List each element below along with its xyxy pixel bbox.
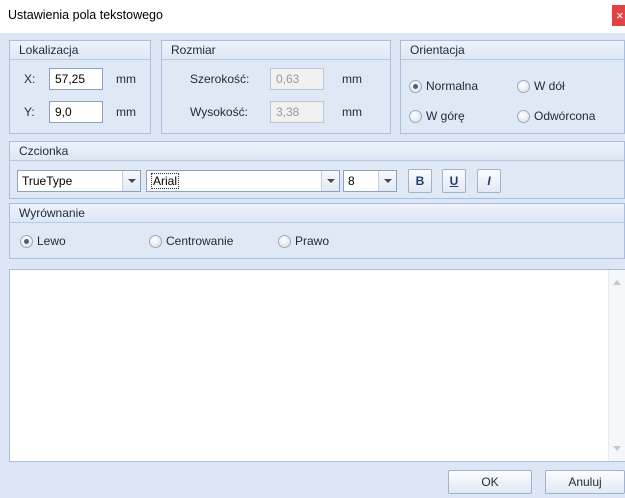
bold-button[interactable]: B <box>408 169 432 193</box>
radio-unchecked-icon <box>517 79 530 93</box>
ok-button[interactable]: OK <box>448 470 532 494</box>
width-label: Szerokość: <box>190 72 250 86</box>
x-label: X: <box>24 72 36 86</box>
y-unit: mm <box>116 105 136 119</box>
radio-unchecked-icon <box>149 234 162 248</box>
height-label: Wysokość: <box>190 105 248 119</box>
group-title-lokalizacja: Lokalizacja <box>10 41 150 60</box>
radio-checked-icon <box>20 234 33 248</box>
chevron-down-icon[interactable] <box>378 171 396 191</box>
font-size-select[interactable]: 8 <box>343 170 397 192</box>
height-input <box>270 101 324 123</box>
x-input[interactable] <box>49 68 103 90</box>
text-content-area[interactable] <box>9 269 625 462</box>
radio-label: Lewo <box>37 234 66 248</box>
font-size-value: 8 <box>348 174 355 188</box>
title-bar: Ustawienia pola tekstowego × <box>0 0 625 30</box>
radio-label: Prawo <box>295 234 330 248</box>
group-rozmiar: Rozmiar Szerokość: mm Wysokość: mm <box>161 40 391 134</box>
font-type-select[interactable]: TrueType <box>17 170 141 192</box>
radio-w-dol[interactable]: W dół <box>517 79 565 93</box>
radio-label: Normalna <box>426 79 479 93</box>
radio-checked-icon <box>409 79 422 93</box>
radio-label: Odwórcona <box>534 109 596 123</box>
radio-unchecked-icon <box>517 109 530 123</box>
italic-button[interactable]: I <box>477 169 501 193</box>
font-family-value: Arial <box>151 173 180 189</box>
radio-unchecked-icon <box>409 109 422 123</box>
group-title-rozmiar: Rozmiar <box>162 41 390 60</box>
radio-odworcona[interactable]: Odwórcona <box>517 109 595 123</box>
group-lokalizacja: Lokalizacja X: mm Y: mm <box>9 40 151 134</box>
underline-button[interactable]: U <box>442 169 466 193</box>
x-unit: mm <box>116 72 136 86</box>
chevron-down-icon[interactable] <box>122 171 140 191</box>
cancel-button[interactable]: Anuluj <box>545 470 625 494</box>
scroll-down-icon[interactable] <box>613 446 621 451</box>
radio-w-gore[interactable]: W górę <box>409 109 465 123</box>
y-label: Y: <box>24 105 35 119</box>
vertical-scrollbar[interactable] <box>608 270 625 461</box>
height-unit: mm <box>342 105 362 119</box>
radio-lewo[interactable]: Lewo <box>20 234 66 248</box>
radio-label: W górę <box>426 109 465 123</box>
radio-unchecked-icon <box>278 234 291 248</box>
font-type-value: TrueType <box>22 174 73 188</box>
group-orientacja: Orientacja Normalna W dół W górę Odwórco… <box>400 40 625 134</box>
radio-centrowanie[interactable]: Centrowanie <box>149 234 233 248</box>
group-czcionka: Czcionka TrueType Arial 8 B U I <box>9 141 625 199</box>
group-title-czcionka: Czcionka <box>10 142 624 161</box>
chevron-down-icon[interactable] <box>321 171 339 191</box>
width-input <box>270 68 324 90</box>
radio-prawo[interactable]: Prawo <box>278 234 329 248</box>
window-title: Ustawienia pola tekstowego <box>8 8 163 22</box>
radio-normalna[interactable]: Normalna <box>409 79 478 93</box>
scroll-up-icon[interactable] <box>613 280 621 285</box>
group-title-orientacja: Orientacja <box>401 41 624 60</box>
y-input[interactable] <box>49 101 103 123</box>
radio-label: Centrowanie <box>166 234 234 248</box>
font-family-select[interactable]: Arial <box>146 170 340 192</box>
radio-label: W dół <box>534 79 565 93</box>
group-wyrownanie: Wyrównanie Lewo Centrowanie Prawo <box>9 203 625 259</box>
dialog-body: Lokalizacja X: mm Y: mm Rozmiar Szerokoś… <box>0 33 625 498</box>
close-icon[interactable]: × <box>612 5 625 26</box>
width-unit: mm <box>342 72 362 86</box>
group-title-wyrownanie: Wyrównanie <box>10 204 624 223</box>
